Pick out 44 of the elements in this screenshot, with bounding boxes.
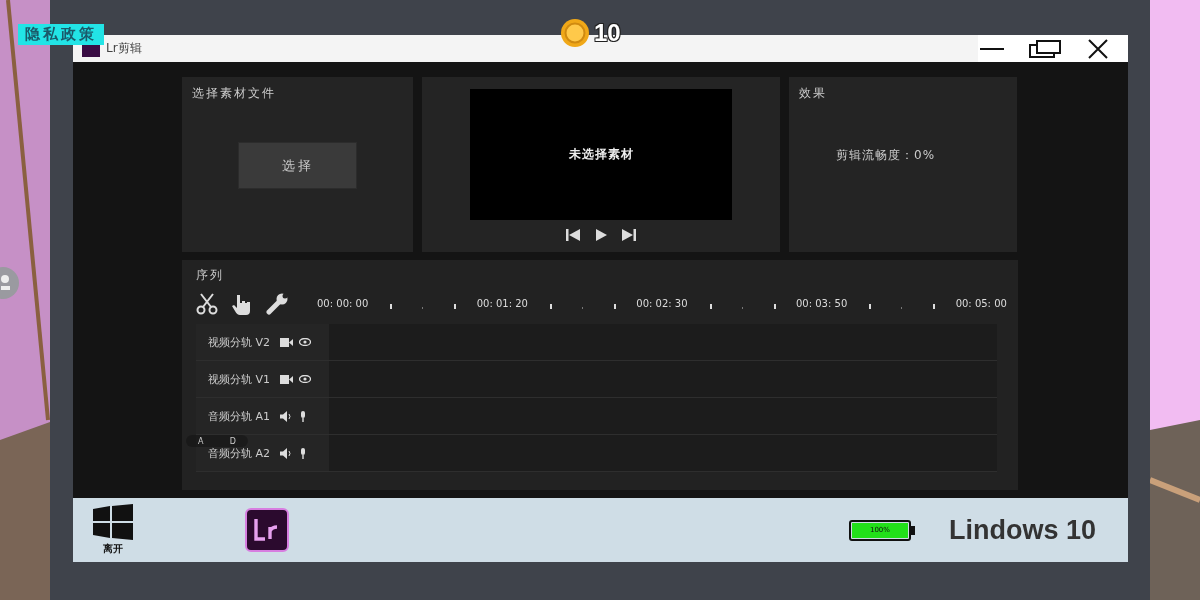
joystick-overlay[interactable]: A D [186,435,248,447]
track-label: 音频分轨 A2 [208,445,271,461]
app-logo-icon[interactable] [245,508,289,552]
speaker-icon[interactable] [280,447,294,459]
joystick-key: D [229,436,236,446]
minimize-icon [980,47,1004,50]
eye-icon[interactable] [299,375,312,383]
coin-icon [560,18,590,48]
timecode: 00: 05: 00 [955,298,1007,309]
panel-title: 序列 [196,267,225,284]
camera-icon[interactable] [280,374,294,384]
skip-back-icon[interactable] [565,228,581,242]
wrench-icon[interactable] [266,293,290,315]
track-label: 视频分轨 V1 [208,371,271,387]
minimize-button[interactable] [978,47,1006,50]
privacy-policy-button[interactable]: 隐私政策 [18,24,104,45]
smoothness-text: 剪辑流畅度：0% [836,147,937,164]
scissors-icon[interactable] [196,293,218,315]
camera-icon[interactable] [280,337,294,347]
panel-title: 选择素材文件 [192,85,277,102]
select-button[interactable]: 选择 [238,142,357,189]
hand-pointer-icon[interactable] [231,293,253,315]
timecode: 00: 00: 00 [317,298,369,309]
window-title: Lr剪辑 [106,40,142,57]
restore-button[interactable] [1026,38,1064,59]
preview-message: 未选择素材 [568,146,634,163]
skip-forward-icon[interactable] [621,228,637,242]
os-name: Lindows 10 [948,514,1096,546]
microphone-icon[interactable] [299,410,308,422]
timecode: 00: 02: 30 [636,298,688,309]
restore-icon [1028,38,1062,59]
play-icon[interactable] [594,228,608,242]
track-label: 视频分轨 V2 [208,334,271,350]
joystick-key: A [198,436,204,446]
close-icon [1086,38,1110,59]
windows-logo-icon [93,504,133,540]
start-button[interactable]: 离开 [93,504,133,556]
timecode: 00: 03: 50 [795,298,848,309]
eye-icon[interactable] [299,338,312,346]
track-label: 音频分轨 A1 [208,408,271,424]
panel-title: 效果 [799,85,828,102]
speaker-icon[interactable] [280,410,294,422]
microphone-icon[interactable] [299,447,308,459]
timecode: 00: 01: 20 [476,298,528,309]
